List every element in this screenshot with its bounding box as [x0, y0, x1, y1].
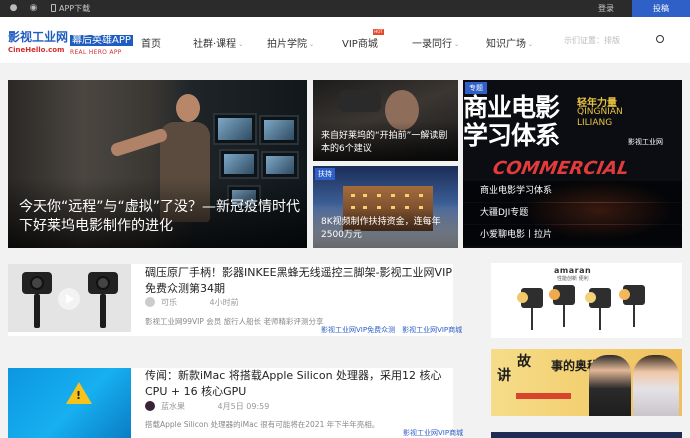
article-thumbnail[interactable]: [8, 264, 131, 332]
article-tag[interactable]: 影视工业网VIP免费众测: [321, 326, 395, 334]
topic-title-line2: 学习体系: [463, 121, 560, 150]
speaker-image: [589, 355, 631, 416]
article-card: ! 传闻：新款iMac 将搭载Apple Silicon 处理器，采用12 核心…: [8, 368, 463, 438]
phone-icon: [51, 4, 56, 12]
wechat-icon[interactable]: ●: [8, 3, 19, 14]
chevron-down-icon: ⌄: [454, 41, 460, 48]
article-author[interactable]: 蓝水果: [161, 402, 185, 411]
article-tag[interactable]: 影视工业网VIP商城: [402, 326, 462, 334]
ad-brand-subtitle: 性能创新 便利: [557, 276, 589, 282]
youth-power-subtitle: QINGNIAN LILIANG: [577, 107, 623, 128]
nav-companions[interactable]: 一录同行 ⌄: [412, 35, 459, 50]
search-input[interactable]: 示们证置：排版: [557, 30, 653, 50]
article-meta: 蓝水果 4月5日 09:59: [145, 401, 269, 412]
article-time: 4月5日 09:59: [217, 402, 270, 411]
avatar[interactable]: [145, 297, 155, 307]
storytelling-course-ad[interactable]: 讲 故 事的奥秘: [491, 349, 682, 416]
nav-home[interactable]: 首页: [141, 35, 161, 50]
light-image: [517, 288, 543, 308]
commercial-text: COMMERCIAL: [491, 158, 631, 179]
topic-commercial-film[interactable]: 专题 商业电影 学习体系 轻年力量 QINGNIAN LILIANG 影视工业网…: [463, 80, 682, 248]
topic-list-item[interactable]: 小爱聊电影丨拉片: [463, 225, 682, 246]
article-meta: 可乐 4小时前: [145, 297, 239, 308]
hero-feature-8k-fund[interactable]: 扶持 8K视频制作扶持资金，连每年2500万元: [313, 166, 458, 248]
hero-feature-main[interactable]: 今天你“远程”与“虚拟”了没？—新冠疫情时代下好莱坞电影制作的进化: [8, 80, 307, 248]
hero-main-caption: 今天你“远程”与“虚拟”了没？—新冠疫情时代下好莱坞电影制作的进化: [19, 199, 301, 234]
article-title[interactable]: 碉压原厂手柄！影器INKEE黑蜂无线遥控三脚架-影视工业网VIP免费众测第34期: [145, 265, 455, 297]
article-desc: 影视工业网99VIP 会员 旅行人船长 老师精彩评测分享: [145, 317, 324, 326]
ad-story-char2: 故: [517, 354, 531, 370]
search-icon[interactable]: [656, 35, 664, 43]
avatar[interactable]: [145, 401, 155, 411]
hot-badge: HOT: [373, 29, 384, 35]
chevron-down-icon: ⌄: [238, 41, 244, 48]
app-download-link[interactable]: APP下载: [51, 2, 90, 15]
article-time: 4小时前: [209, 298, 239, 307]
speaker-image: [633, 355, 679, 416]
site-header: 影视工业网 CineHello.com 幕后英雄APP REAL HERO AP…: [0, 17, 690, 63]
login-link[interactable]: 登录: [598, 2, 614, 15]
article-card: 碉压原厂手柄！影器INKEE黑蜂无线遥控三脚架-影视工业网VIP免费众测第34期…: [8, 264, 462, 336]
hero-mid1-caption: 来自好莱坞的“开拍前”一解读剧本的6个建议: [321, 131, 448, 154]
hero-mid2-caption: 8K视频制作扶持资金，连每年2500万元: [321, 217, 441, 240]
article-tags: 影视工业网VIP免费众测 影视工业网VIP商城: [314, 325, 462, 335]
app-logo[interactable]: 幕后英雄APP REAL HERO APP: [70, 28, 133, 56]
article-desc: 搭载Apple Silicon 处理器的iMac 很有可能将在2021 年下半年…: [145, 420, 380, 429]
amaran-ad[interactable]: amaran 性能创新 便利: [491, 263, 682, 338]
article-thumbnail[interactable]: !: [8, 368, 131, 438]
top-bar: ● ◉ APP下载 登录 投稿: [0, 0, 690, 17]
article-tags: 影视工业网VIP商城: [396, 428, 463, 438]
topic-logo: 影视工业网: [628, 138, 663, 146]
topic-list-item[interactable]: 商业电影学习体系: [463, 181, 682, 202]
hero-feature-script-tips[interactable]: 来自好莱坞的“开拍前”一解读剧本的6个建议: [313, 80, 458, 161]
submit-button[interactable]: 投稿: [632, 0, 690, 17]
chevron-down-icon: ⌄: [528, 41, 534, 48]
ad-banner-partial[interactable]: [491, 432, 682, 438]
topic-list-item[interactable]: 大疆DJI专题: [463, 203, 682, 224]
ad-brand: amaran: [554, 266, 592, 275]
ad-story-char1: 讲: [497, 368, 511, 384]
nav-community-courses[interactable]: 社群·课程 ⌄: [193, 35, 243, 50]
topic-list: 商业电影学习体系 大疆DJI专题 小爱聊电影丨拉片: [463, 181, 682, 247]
weibo-icon[interactable]: ◉: [28, 3, 39, 14]
chevron-down-icon: ⌄: [309, 41, 315, 48]
nav-vip-store[interactable]: VIP商城: [342, 35, 378, 50]
nav-knowledge-square[interactable]: 知识广场 ⌄: [486, 35, 533, 50]
site-logo[interactable]: 影视工业网 CineHello.com: [8, 28, 68, 54]
article-title[interactable]: 传闻：新款iMac 将搭载Apple Silicon 处理器，采用12 核心CP…: [145, 368, 455, 400]
article-author[interactable]: 可乐: [161, 298, 177, 307]
play-icon[interactable]: [58, 288, 80, 310]
article-tag[interactable]: 影视工业网VIP商城: [403, 429, 463, 437]
support-tag: 扶持: [315, 168, 335, 180]
nav-filmmaking-academy[interactable]: 拍片学院 ⌄: [267, 35, 314, 50]
topic-title-line1: 商业电影: [463, 93, 560, 122]
